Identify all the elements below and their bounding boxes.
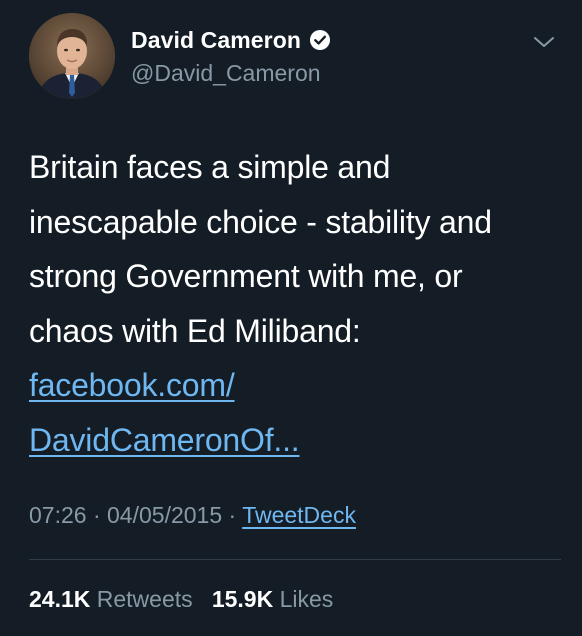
meta-separator: · <box>92 502 101 528</box>
chevron-down-icon[interactable] <box>532 34 556 50</box>
tweet-text-line: Britain faces a simple and <box>29 149 391 185</box>
divider <box>29 559 561 560</box>
tweet-link[interactable]: DavidCameronOf... <box>29 422 300 458</box>
tweet-time: 07:26 <box>29 502 87 528</box>
tweet-meta: 07:26 · 04/05/2015 · TweetDeck <box>29 502 356 529</box>
tweet-card: David Cameron @David_Cameron Britain fac… <box>0 0 582 636</box>
likes-label: Likes <box>279 586 334 612</box>
avatar-photo <box>29 13 115 99</box>
tweet-link-line: facebook.com/ <box>29 358 559 413</box>
tweet-stats: 24.1K Retweets 15.9K Likes <box>29 586 333 613</box>
verified-badge-icon <box>309 29 331 51</box>
tweet-text: Britain faces a simple and inescapable c… <box>29 140 559 467</box>
likes-count: 15.9K <box>211 586 274 612</box>
avatar[interactable] <box>29 13 115 99</box>
tweet-source-link[interactable]: TweetDeck <box>242 502 356 528</box>
tweet-text-line: strong Government with me, or <box>29 258 463 294</box>
meta-separator: · <box>228 502 237 528</box>
likes-stat[interactable]: 15.9K Likes <box>212 586 333 612</box>
tweet-link[interactable]: facebook.com/ <box>29 367 235 403</box>
tweet-link-line: DavidCameronOf... <box>29 413 559 468</box>
user-handle[interactable]: @David_Cameron <box>131 60 331 87</box>
retweets-count: 24.1K <box>29 586 91 612</box>
retweets-label: Retweets <box>96 586 193 612</box>
retweets-stat[interactable]: 24.1K Retweets <box>29 586 199 612</box>
display-name[interactable]: David Cameron <box>131 27 301 54</box>
author-block: David Cameron @David_Cameron <box>131 24 331 87</box>
tweet-text-line: chaos with Ed Miliband: <box>29 312 361 349</box>
tweet-date: 04/05/2015 <box>107 502 223 528</box>
tweet-text-line: inescapable choice - stability and <box>29 203 492 240</box>
name-row: David Cameron <box>131 24 331 56</box>
